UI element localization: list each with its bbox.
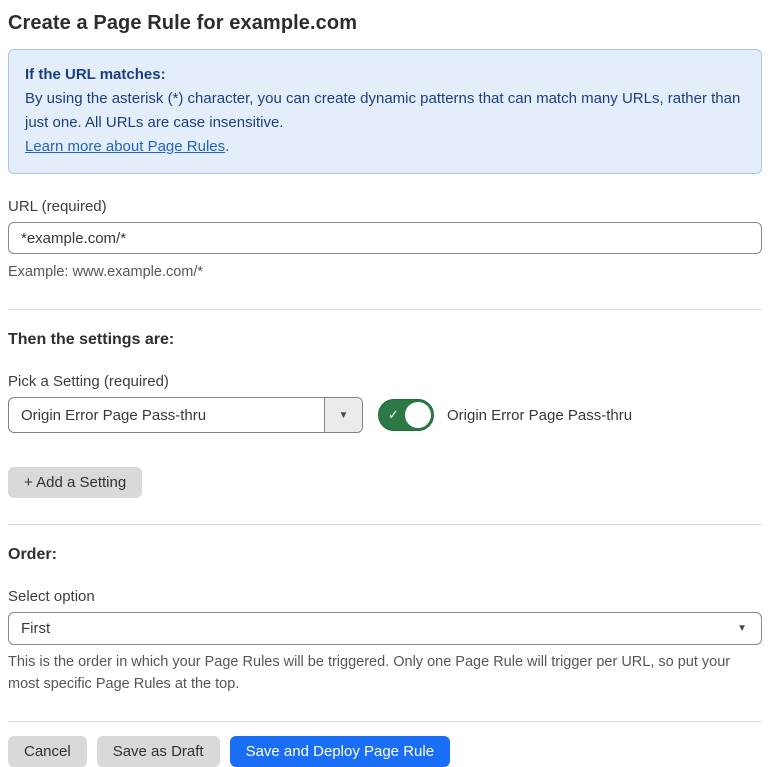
setting-toggle[interactable]: ✓ [378,399,434,431]
info-box-link-line: Learn more about Page Rules. [25,135,745,159]
save-deploy-button[interactable]: Save and Deploy Page Rule [229,736,451,767]
toggle-knob [405,402,431,428]
cancel-button[interactable]: Cancel [8,736,87,767]
order-section-heading: Order: [8,546,57,563]
order-select[interactable]: First ▼ [8,612,762,645]
add-setting-button[interactable]: + Add a Setting [8,467,143,498]
dropdown-arrow-box[interactable]: ▼ [324,398,362,432]
link-suffix: . [225,138,230,155]
setting-toggle-label: Origin Error Page Pass-thru [447,406,633,424]
info-box-body: By using the asterisk (*) character, you… [25,90,741,131]
settings-section-heading: Then the settings are: [8,331,175,348]
divider [8,524,762,525]
divider [8,721,762,722]
setting-row: Origin Error Page Pass-thru ▼ ✓ Origin E… [8,397,762,433]
page-title: Create a Page Rule for example.com [8,12,358,34]
url-match-info-box: If the URL matches: By using the asteris… [8,49,762,174]
order-select-label: Select option [8,588,95,605]
url-label: URL (required) [8,198,107,215]
info-box-heading: If the URL matches: [25,66,166,83]
chevron-down-icon: ▼ [737,623,747,634]
setting-dropdown[interactable]: Origin Error Page Pass-thru ▼ [8,397,363,433]
check-icon: ✓ [388,407,399,422]
divider [8,309,762,310]
chevron-down-icon: ▼ [338,409,349,421]
order-select-value: First [21,620,51,637]
url-example-hint: Example: www.example.com/* [8,264,204,280]
order-help-text: This is the order in which your Page Rul… [8,654,731,692]
pick-setting-label: Pick a Setting (required) [8,373,169,390]
learn-more-link[interactable]: Learn more about Page Rules [25,138,225,155]
url-input[interactable] [8,222,762,254]
setting-dropdown-value: Origin Error Page Pass-thru [21,406,207,424]
action-bar: Cancel Save as Draft Save and Deploy Pag… [8,736,762,767]
save-draft-button[interactable]: Save as Draft [96,736,220,767]
